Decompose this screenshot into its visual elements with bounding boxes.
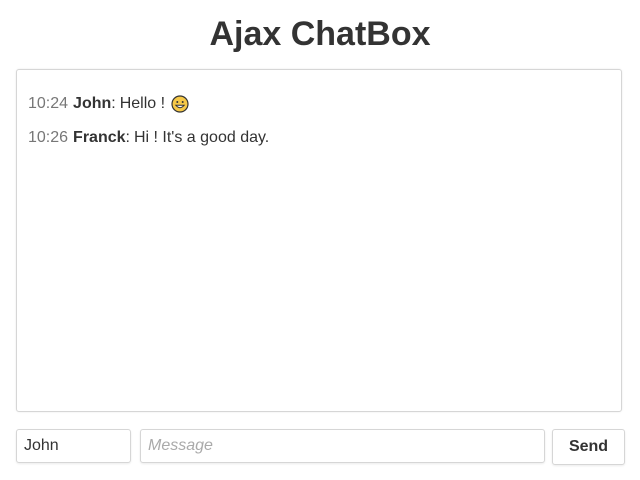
- message-separator: :: [111, 95, 116, 112]
- send-button[interactable]: Send: [552, 429, 625, 465]
- chat-message: 10:26 Franck : Hi ! It's a good day.: [28, 127, 621, 149]
- page-title: Ajax ChatBox: [209, 15, 431, 53]
- message-input[interactable]: [140, 429, 545, 463]
- grinning-face-icon: [171, 95, 189, 113]
- chat-form: Send: [16, 429, 626, 465]
- chat-message: 10:24 John : Hello !: [28, 93, 621, 115]
- author-input[interactable]: [16, 429, 131, 463]
- message-time: 10:26: [28, 129, 69, 146]
- message-author: Franck: [73, 129, 126, 146]
- message-text: Hello !: [119, 95, 166, 112]
- message-text: Hi ! It's a good day.: [133, 129, 270, 146]
- message-separator: :: [125, 129, 130, 146]
- message-author: John: [73, 95, 112, 112]
- message-time: 10:24: [28, 95, 69, 112]
- messages-panel[interactable]: 10:24 John : Hello ! 10:26 Franck : Hi !…: [16, 69, 622, 412]
